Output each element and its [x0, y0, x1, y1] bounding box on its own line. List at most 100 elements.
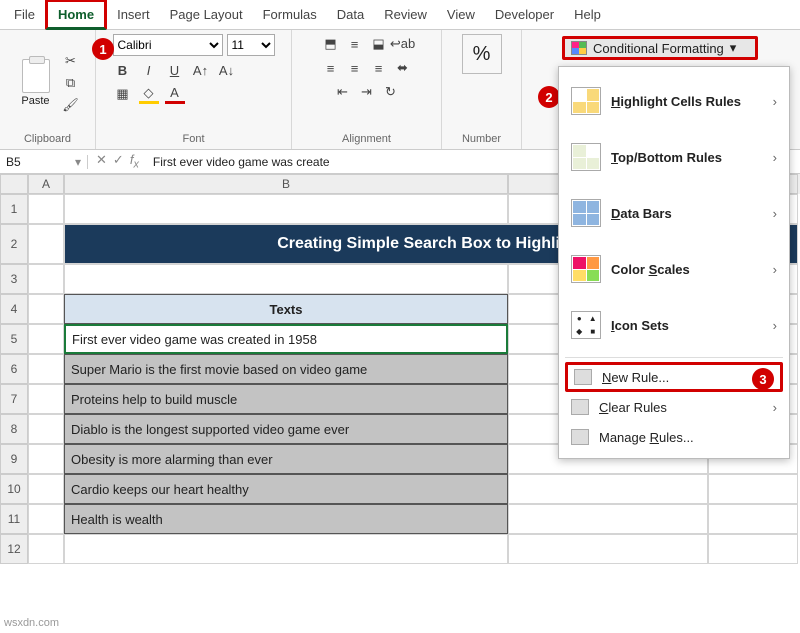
- enter-formula-button[interactable]: ✓: [113, 152, 124, 171]
- fill-color-button[interactable]: ◇: [139, 84, 159, 104]
- orientation-button[interactable]: ↻: [381, 82, 401, 102]
- menu-label: Manage Rules...: [599, 430, 777, 445]
- decrease-font-button[interactable]: A↓: [217, 60, 237, 80]
- cell[interactable]: [28, 474, 64, 504]
- cf-top-bottom-rules[interactable]: Top/Bottom Rules ›: [565, 129, 783, 185]
- align-middle-button[interactable]: ≡: [345, 34, 365, 54]
- row-header[interactable]: 10: [0, 474, 28, 504]
- cell[interactable]: [64, 194, 508, 224]
- cell[interactable]: [28, 534, 64, 564]
- table-data-cell[interactable]: Obesity is more alarming than ever: [64, 444, 508, 474]
- percent-style-button[interactable]: %: [462, 34, 502, 74]
- bold-button[interactable]: B: [113, 60, 133, 80]
- row-header[interactable]: 6: [0, 354, 28, 384]
- cell[interactable]: [708, 504, 798, 534]
- tab-home[interactable]: Home: [45, 0, 107, 30]
- paste-button[interactable]: Paste: [15, 53, 57, 113]
- col-header-a[interactable]: A: [28, 174, 64, 194]
- align-left-button[interactable]: ≡: [321, 58, 341, 78]
- tab-developer[interactable]: Developer: [485, 2, 564, 27]
- cell[interactable]: [64, 534, 508, 564]
- name-box[interactable]: B5▾: [0, 155, 88, 169]
- row-header[interactable]: 1: [0, 194, 28, 224]
- cell[interactable]: [28, 384, 64, 414]
- cell[interactable]: [28, 224, 64, 264]
- table-data-cell[interactable]: Diablo is the longest supported video ga…: [64, 414, 508, 444]
- tab-data[interactable]: Data: [327, 2, 374, 27]
- col-header-b[interactable]: B: [64, 174, 508, 194]
- format-painter-button[interactable]: 🖌: [61, 95, 81, 115]
- font-size-select[interactable]: 11: [227, 34, 275, 56]
- table-data-cell[interactable]: Cardio keeps our heart healthy: [64, 474, 508, 504]
- cf-new-rule[interactable]: New Rule... 3: [565, 362, 783, 392]
- merge-button[interactable]: ⬌: [393, 58, 413, 78]
- tab-file[interactable]: File: [4, 2, 45, 27]
- cf-highlight-cells-rules[interactable]: Highlight Cells Rules ›: [565, 73, 783, 129]
- tab-view[interactable]: View: [437, 2, 485, 27]
- row-header[interactable]: 2: [0, 224, 28, 264]
- align-top-button[interactable]: ⬒: [321, 34, 341, 54]
- row-header[interactable]: 7: [0, 384, 28, 414]
- cf-manage-rules[interactable]: Manage Rules...: [565, 422, 783, 452]
- cf-clear-rules[interactable]: Clear Rules ›: [565, 392, 783, 422]
- tab-help[interactable]: Help: [564, 2, 611, 27]
- table-data-cell[interactable]: Proteins help to build muscle: [64, 384, 508, 414]
- cell[interactable]: [508, 534, 708, 564]
- table-data-cell[interactable]: Super Mario is the first movie based on …: [64, 354, 508, 384]
- cell[interactable]: [28, 194, 64, 224]
- increase-font-button[interactable]: A↑: [191, 60, 211, 80]
- table-header-cell[interactable]: Texts: [64, 294, 508, 324]
- fx-button[interactable]: fx: [130, 152, 139, 171]
- cell[interactable]: [708, 534, 798, 564]
- cell[interactable]: [28, 354, 64, 384]
- cut-button[interactable]: ✂: [61, 51, 81, 71]
- tab-formulas[interactable]: Formulas: [253, 2, 327, 27]
- cf-data-bars[interactable]: Data Bars ›: [565, 185, 783, 241]
- wrap-text-button[interactable]: ↩ab: [393, 34, 413, 54]
- table-data-cell[interactable]: Health is wealth: [64, 504, 508, 534]
- cell[interactable]: [508, 504, 708, 534]
- cancel-formula-button[interactable]: ✕: [96, 152, 107, 171]
- font-name-select[interactable]: Calibri: [113, 34, 223, 56]
- decrease-indent-button[interactable]: ⇤: [333, 82, 353, 102]
- cell[interactable]: [28, 414, 64, 444]
- row-header[interactable]: 11: [0, 504, 28, 534]
- align-center-button[interactable]: ≡: [345, 58, 365, 78]
- align-bottom-button[interactable]: ⬓: [369, 34, 389, 54]
- tab-insert[interactable]: Insert: [107, 2, 160, 27]
- borders-button[interactable]: ▦: [113, 84, 133, 104]
- italic-button[interactable]: I: [139, 60, 159, 80]
- conditional-formatting-button[interactable]: Conditional Formatting ▾: [562, 36, 758, 60]
- table-data-cell[interactable]: First ever video game was created in 195…: [64, 324, 508, 354]
- row-header[interactable]: 5: [0, 324, 28, 354]
- cell[interactable]: [28, 294, 64, 324]
- row-header[interactable]: 9: [0, 444, 28, 474]
- row-header[interactable]: 12: [0, 534, 28, 564]
- cf-color-scales[interactable]: Color Scales ›: [565, 241, 783, 297]
- underline-button[interactable]: U: [165, 60, 185, 80]
- font-color-button[interactable]: A: [165, 84, 185, 104]
- select-all-corner[interactable]: [0, 174, 28, 194]
- cell[interactable]: [508, 474, 708, 504]
- cell[interactable]: [28, 264, 64, 294]
- cell[interactable]: [28, 324, 64, 354]
- align-right-button[interactable]: ≡: [369, 58, 389, 78]
- increase-indent-button[interactable]: ⇥: [357, 82, 377, 102]
- cell[interactable]: [64, 264, 508, 294]
- alignment-group-label: Alignment: [342, 131, 391, 147]
- cf-icon-sets[interactable]: ●▲◆■ Icon Sets ›: [565, 297, 783, 353]
- row-header[interactable]: 3: [0, 264, 28, 294]
- chevron-down-icon[interactable]: ▾: [75, 155, 81, 169]
- menu-label: Top/Bottom Rules: [611, 150, 763, 165]
- row-header[interactable]: 8: [0, 414, 28, 444]
- row-header[interactable]: 4: [0, 294, 28, 324]
- callout-1: 1: [92, 38, 114, 60]
- tab-review[interactable]: Review: [374, 2, 437, 27]
- cell[interactable]: [708, 474, 798, 504]
- manage-rules-icon: [571, 429, 589, 445]
- cell[interactable]: [28, 444, 64, 474]
- tab-page-layout[interactable]: Page Layout: [160, 2, 253, 27]
- cell[interactable]: [28, 504, 64, 534]
- copy-button[interactable]: ⧉: [61, 73, 81, 93]
- paste-label: Paste: [21, 95, 49, 107]
